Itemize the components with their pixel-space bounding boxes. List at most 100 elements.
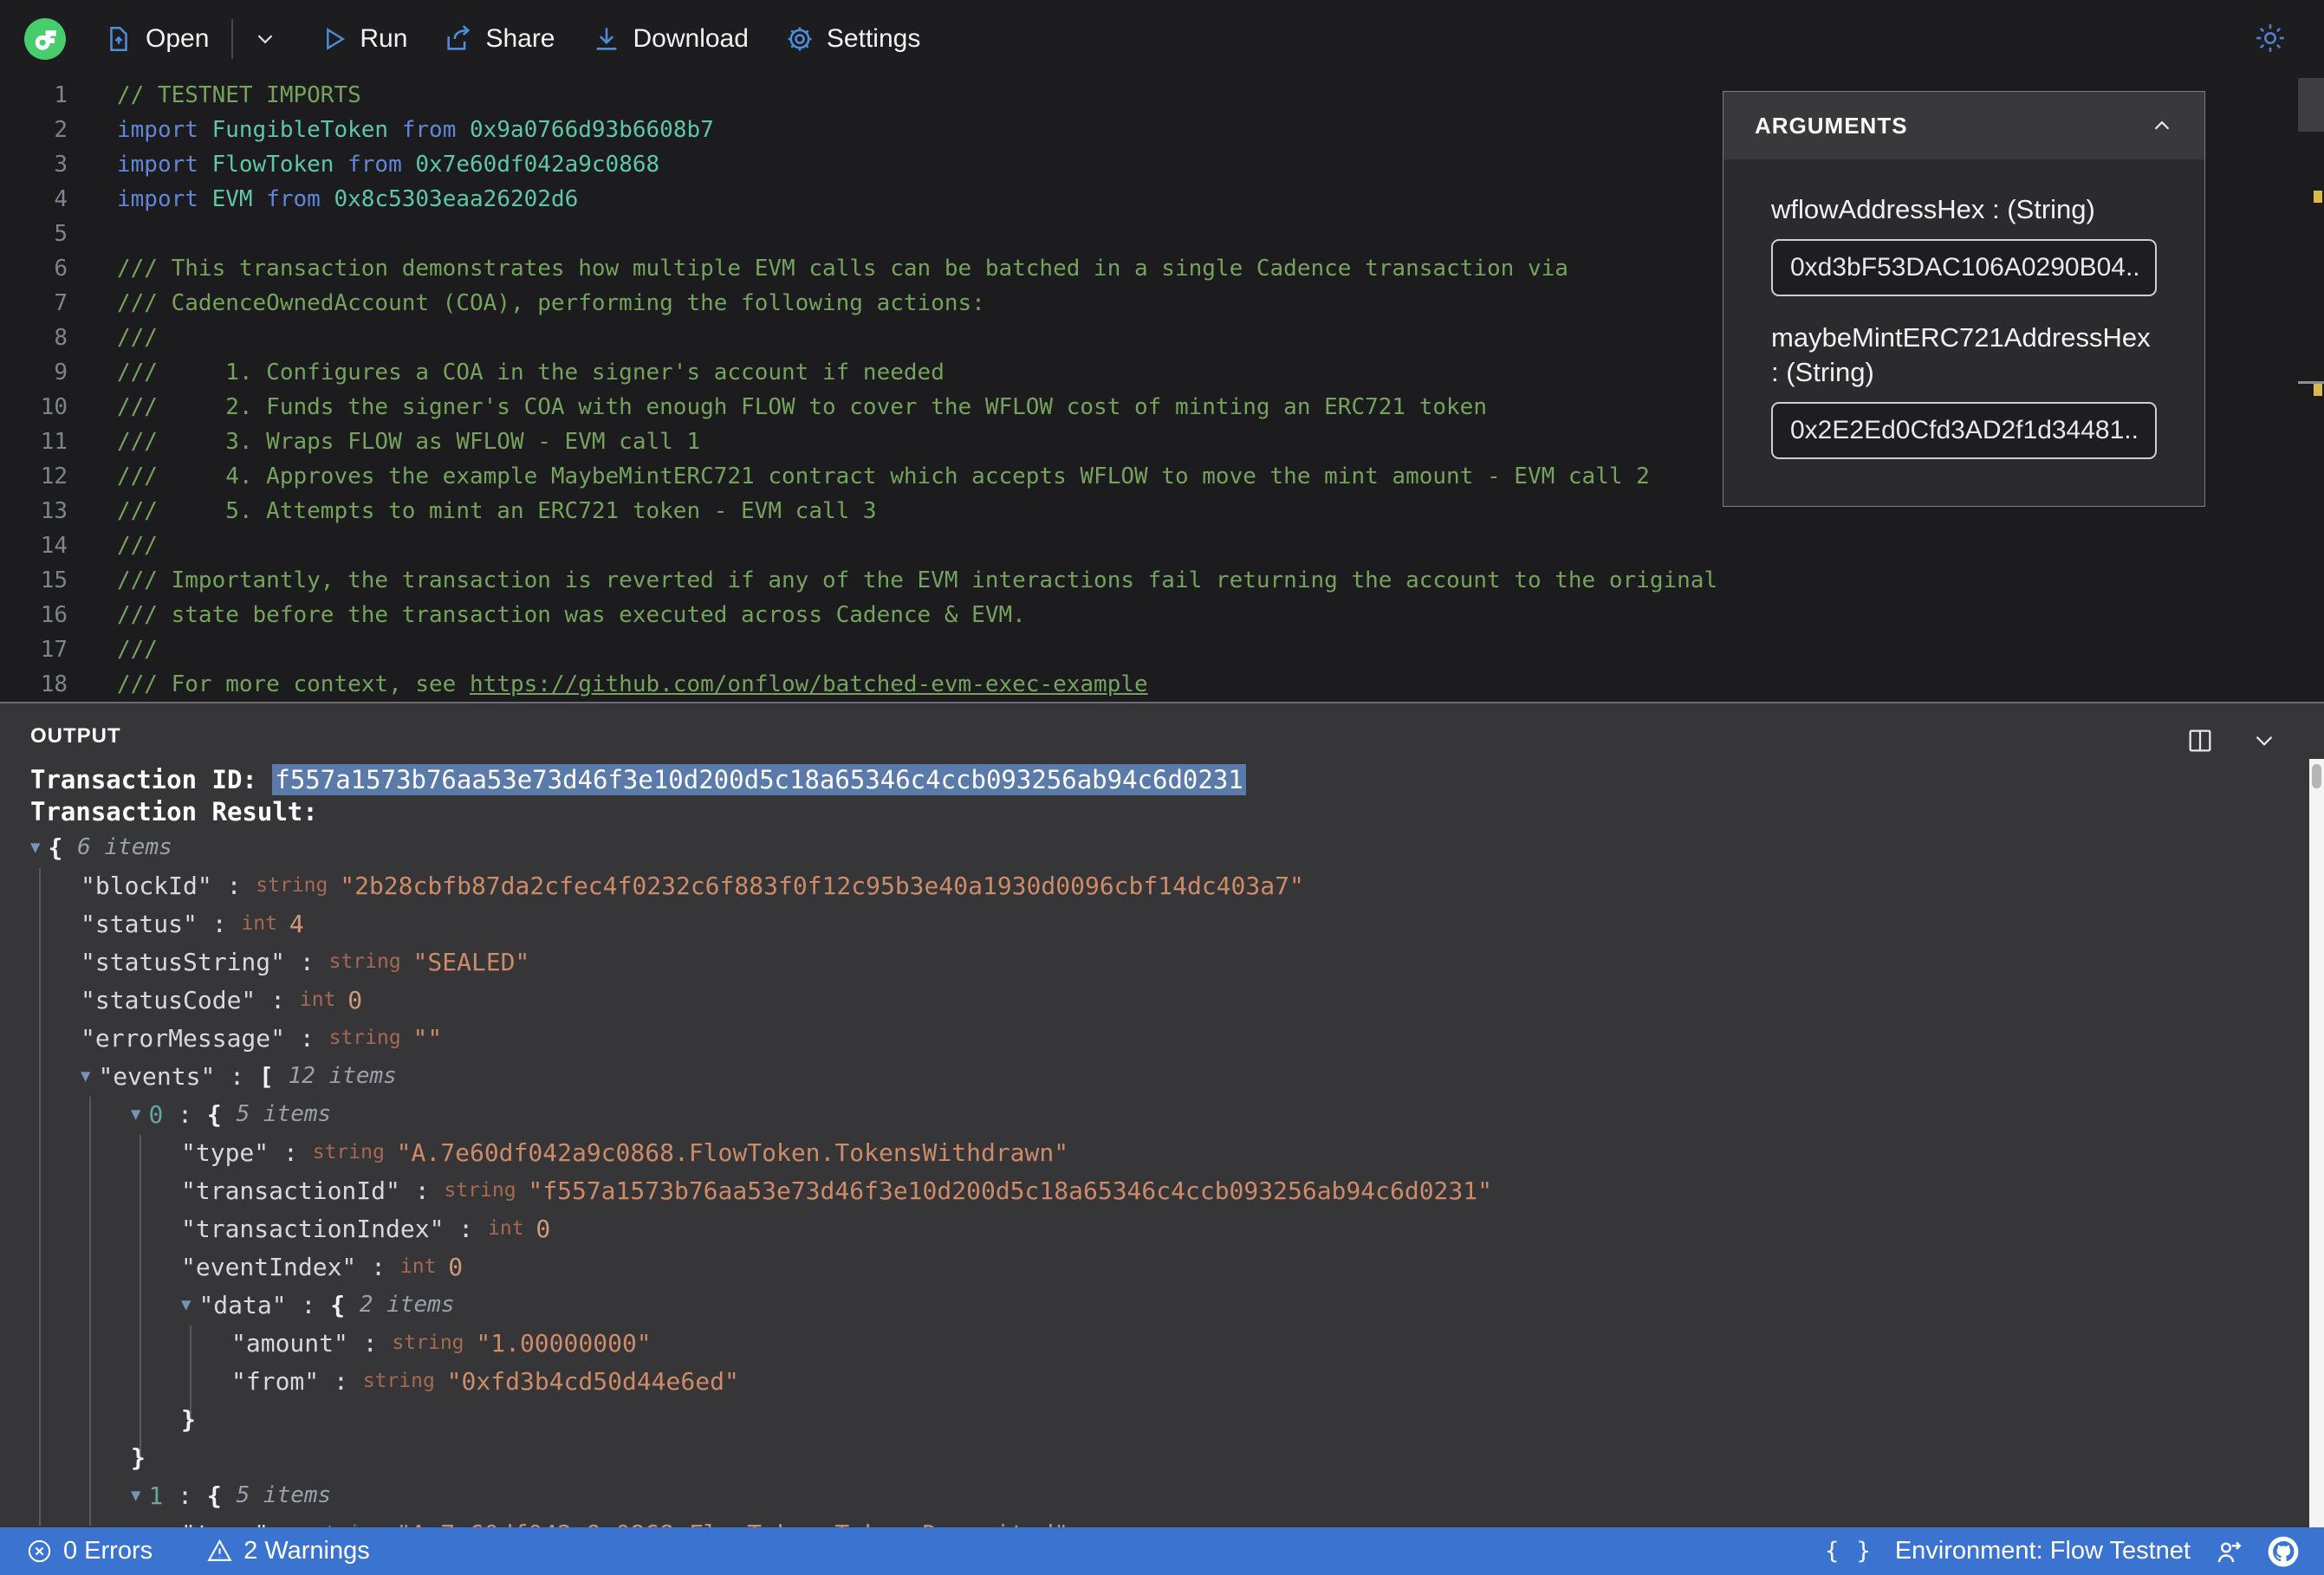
- json-row: "blockId" : string "2b28cbfb87da2cfec4f0…: [0, 866, 2298, 904]
- code-line[interactable]: 16 /// state before the transaction was e…: [0, 598, 2324, 632]
- seg-ty: 0x9a0766d93b6608b7: [470, 117, 714, 143]
- json-row: "transactionIndex" : int 0: [0, 1209, 2298, 1248]
- share-label: Share: [485, 24, 555, 53]
- chevron-down-icon: [258, 35, 273, 44]
- transaction-summary: Transaction ID: f557a1573b76aa53e73d46f3…: [30, 764, 1246, 828]
- seg-typ: string: [312, 1141, 397, 1163]
- seg-kw: import: [117, 152, 212, 178]
- seg-typ: string: [256, 874, 341, 897]
- seg-str: "2b28cbfb87da2cfec4f0232c6f883f0f12c95b3…: [340, 871, 1304, 900]
- seg-items: 6 items: [77, 834, 172, 860]
- feedback-icon[interactable]: [2213, 1536, 2244, 1567]
- seg-key: "amount": [231, 1328, 348, 1358]
- seg-pun: :: [347, 1328, 393, 1358]
- output-scrollbar[interactable]: [2309, 759, 2324, 1527]
- seg-cm: ///: [117, 533, 158, 559]
- argument-label-wflowAddressHex: wflowAddressHex : (String): [1771, 194, 2095, 224]
- code-text: ///: [117, 321, 158, 355]
- seg-ty: FungibleToken: [211, 117, 402, 143]
- seg-pun: :: [286, 1290, 331, 1319]
- seg-pun: :: [356, 1252, 400, 1281]
- toolbar: Open Run Share Download Settings: [0, 0, 2324, 78]
- seg-key: "errorMessage": [81, 1023, 286, 1053]
- code-text: /// Importantly, the transaction is reve…: [117, 563, 1717, 598]
- seg-str: "1.00000000": [476, 1328, 652, 1358]
- collapse-caret-icon[interactable]: ▼: [131, 1105, 140, 1124]
- errors-status[interactable]: 0 Errors: [26, 1537, 153, 1565]
- arguments-header[interactable]: ARGUMENTS: [1724, 92, 2204, 159]
- environment-label[interactable]: Environment: Flow Testnet: [1895, 1537, 2191, 1565]
- open-button[interactable]: Open: [104, 24, 209, 54]
- seg-ty: 0x7e60df042a9c0868: [415, 152, 660, 178]
- json-row: ▼ 1 : { 5 items: [0, 1476, 2298, 1514]
- json-row: "status" : int 4: [0, 904, 2298, 943]
- output-panel: OUTPUT Transaction ID: f557a1573b76aa53e…: [0, 703, 2324, 1527]
- argument-input-maybeMintERC721AddressHex[interactable]: [1771, 402, 2157, 459]
- open-dropdown-button[interactable]: [252, 26, 278, 52]
- output-title: OUTPUT: [30, 724, 121, 748]
- arguments-body: wflowAddressHex : (String) maybeMintERC7…: [1724, 159, 2204, 506]
- run-button[interactable]: Run: [320, 24, 407, 54]
- seg-kw: from: [401, 117, 471, 143]
- seg-pun: :: [197, 909, 242, 938]
- json-row: "transactionId" : string "f557a1573b76aa…: [0, 1171, 2298, 1209]
- collapse-caret-icon[interactable]: ▼: [81, 1066, 90, 1086]
- theme-toggle-button[interactable]: [2253, 21, 2288, 55]
- json-row: "statusCode" : int 0: [0, 981, 2298, 1019]
- seg-kw: import: [117, 186, 212, 212]
- seg-brc: }: [131, 1442, 146, 1472]
- settings-button[interactable]: Settings: [785, 24, 920, 54]
- transaction-result-label: Transaction Result:: [30, 797, 318, 826]
- code-text: import FungibleToken from 0x9a0766d93b66…: [117, 113, 714, 147]
- seg-items: 2 items: [359, 1292, 455, 1318]
- line-number: 3: [54, 152, 68, 178]
- json-row: "type" : string "A.7e60df042a9c0868.Flow…: [0, 1133, 2298, 1171]
- seg-key: "transactionIndex": [181, 1214, 445, 1243]
- code-text: /// 5. Attempts to mint an ERC721 token …: [117, 494, 877, 528]
- collapse-caret-icon[interactable]: ▼: [30, 838, 40, 857]
- warning-marker: [2314, 384, 2322, 396]
- code-text: /// 2. Funds the signer's COA with enoug…: [117, 390, 1487, 425]
- seg-lk[interactable]: https://github.com/onflow/batched-evm-ex…: [470, 671, 1148, 697]
- flow-logo-icon[interactable]: [24, 18, 66, 60]
- seg-kw: import: [117, 117, 212, 143]
- flow-glyph: [35, 30, 56, 50]
- transaction-id-value[interactable]: f557a1573b76aa53e73d46f3e10d200d5c18a653…: [272, 764, 1246, 795]
- code-line[interactable]: 15 /// Importantly, the transaction is re…: [0, 563, 2324, 598]
- json-row: }: [0, 1438, 2298, 1476]
- seg-key: "data": [198, 1290, 287, 1319]
- code-text: import FlowToken from 0x7e60df042a9c0868: [117, 147, 659, 182]
- seg-brc: }: [181, 1404, 196, 1434]
- share-button[interactable]: Share: [444, 24, 555, 54]
- seg-brc: [: [258, 1061, 289, 1091]
- collapse-caret-icon[interactable]: ▼: [181, 1295, 191, 1314]
- collapse-output-chevron-icon[interactable]: [2249, 726, 2279, 755]
- line-number: 1: [54, 82, 68, 108]
- code-line[interactable]: 14 ///: [0, 528, 2324, 563]
- json-tree: ▼ { 6 items "blockId" : string "2b28cbfb87…: [0, 828, 2298, 1528]
- split-panel-icon[interactable]: [2185, 726, 2215, 755]
- download-button[interactable]: Download: [592, 24, 749, 54]
- editor-scrollbar[interactable]: [2298, 78, 2324, 702]
- chevron-up-icon[interactable]: [2149, 113, 2175, 139]
- seg-typ: string: [362, 1370, 447, 1392]
- status-bar: 0 Errors 2 Warnings { } Environment: Flo…: [0, 1527, 2324, 1575]
- line-number: 13: [40, 498, 68, 524]
- collapse-caret-icon[interactable]: ▼: [131, 1486, 140, 1505]
- json-row: }: [0, 1400, 2298, 1438]
- line-number: 2: [54, 117, 68, 143]
- scrollbar-thumb[interactable]: [2298, 78, 2324, 132]
- gear-icon: [788, 27, 812, 51]
- output-scrollbar-thumb[interactable]: [2312, 764, 2321, 788]
- argument-input-wflowAddressHex[interactable]: [1771, 239, 2157, 296]
- code-line[interactable]: 17 ///: [0, 632, 2324, 667]
- open-file-icon: [110, 26, 127, 52]
- github-icon[interactable]: [2267, 1535, 2300, 1568]
- warnings-status[interactable]: 2 Warnings: [206, 1537, 370, 1565]
- code-line[interactable]: 18 /// For more context, see https://gith…: [0, 667, 2324, 702]
- seg-str: "f557a1573b76aa53e73d46f3e10d200d5c18a65…: [528, 1176, 1492, 1205]
- line-number: 12: [40, 463, 68, 489]
- seg-brc: {: [206, 1481, 237, 1510]
- seg-num: 0: [536, 1214, 551, 1243]
- json-row: "amount" : string "1.00000000": [0, 1324, 2298, 1362]
